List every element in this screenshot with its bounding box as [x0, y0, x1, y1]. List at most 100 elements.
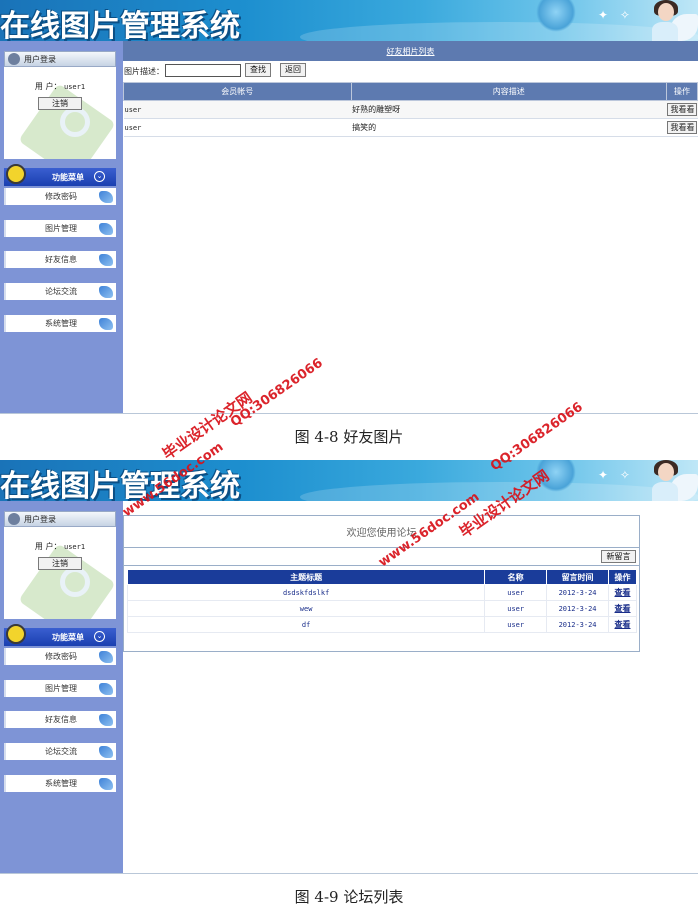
user-line: 用 户： user1	[4, 81, 116, 92]
welcome-text: 欢迎您使用论坛	[124, 520, 639, 548]
back-button[interactable]: 返回	[280, 63, 306, 77]
divider	[0, 873, 698, 874]
view-link[interactable]: 查看	[608, 584, 637, 601]
user-icon	[8, 513, 20, 525]
forum-panel: 欢迎您使用论坛 新留言 主题标题 名称 留言时间 操作 dsdskfdslkf …	[123, 515, 640, 652]
menu-item-icon	[99, 651, 113, 663]
menu-item-icon	[99, 286, 113, 298]
name-cell: user	[484, 584, 548, 601]
menu-title: 功能菜单	[52, 633, 84, 642]
column-header: 会员帐号	[123, 82, 352, 101]
menu-item-icon	[99, 191, 113, 203]
menu-item-icon	[99, 714, 113, 726]
menu-item-change-password[interactable]: 修改密码	[4, 188, 116, 205]
table-row: dsdskfdslkf user 2012-3-24 查看	[126, 584, 637, 601]
chevron-down-icon[interactable]: ⌄	[94, 171, 105, 182]
logout-button[interactable]: 注销	[38, 97, 82, 110]
figure-caption: 图 4-9 论坛列表	[294, 888, 404, 906]
menu-item-change-password[interactable]: 修改密码	[4, 648, 116, 665]
login-header: 用户登录	[4, 511, 116, 527]
column-header: 主题标题	[126, 569, 486, 585]
sparkle-icon: ✦ ✧	[598, 468, 634, 482]
menu-item-photo-manage[interactable]: 图片管理	[4, 220, 116, 237]
time-cell: 2012-3-24	[546, 584, 610, 601]
menu-item-forum[interactable]: 论坛交流	[4, 283, 116, 300]
column-header: 内容描述	[350, 82, 667, 101]
name-cell: user	[484, 616, 548, 633]
banner-wave	[300, 22, 698, 41]
title-cell: dsdskfdslkf	[126, 584, 486, 601]
menu-item-friends[interactable]: 好友信息	[4, 251, 116, 268]
user-label: 用 户：	[34, 542, 62, 551]
view-link[interactable]: 查看	[608, 616, 637, 633]
account-cell: user	[123, 118, 352, 137]
angel-illustration	[640, 460, 698, 501]
screenshot-friend-photos: ✦ ✧ 在线图片管理系统 用户登录 用 户： user1 注销 功能菜单 ⌄ 修…	[0, 0, 698, 414]
figure-caption: 图 4-8 好友图片	[294, 428, 404, 446]
forum-table: 主题标题 名称 留言时间 操作 dsdskfdslkf user 2012-3-…	[126, 569, 637, 633]
menu-item-system[interactable]: 系统管理	[4, 315, 116, 332]
menu-title: 功能菜单	[52, 173, 84, 182]
table-row: df user 2012-3-24 查看	[126, 616, 637, 633]
table-row: user 好熟的雕塑呀 我看看	[123, 100, 698, 119]
screenshot-forum-list: ✦ ✧ 在线图片管理系统 用户登录 用 户： user1 注销 功能菜单 ⌄ 修…	[0, 460, 698, 874]
menu-item-system[interactable]: 系统管理	[4, 775, 116, 792]
time-cell: 2012-3-24	[546, 600, 610, 617]
menu-item-friends[interactable]: 好友信息	[4, 711, 116, 728]
menu-header: 功能菜单 ⌄	[4, 624, 116, 646]
menu-item-forum[interactable]: 论坛交流	[4, 743, 116, 760]
new-message-button[interactable]: 新留言	[601, 550, 636, 563]
view-photo-button[interactable]: 我看看	[667, 103, 698, 116]
column-header: 留言时间	[546, 569, 610, 585]
search-input[interactable]	[165, 64, 241, 77]
title-cell: wew	[126, 600, 486, 617]
divider	[0, 413, 698, 414]
user-icon	[8, 53, 20, 65]
menu-badge-icon	[6, 624, 26, 644]
username: user1	[64, 83, 86, 91]
login-title: 用户登录	[24, 515, 56, 524]
login-box: 用 户： user1 注销	[4, 527, 116, 619]
login-title: 用户登录	[24, 55, 56, 64]
menu-item-icon	[99, 223, 113, 235]
menu-badge-icon	[6, 164, 26, 184]
friend-photos-table: 会员帐号 内容描述 操作 user 好熟的雕塑呀 我看看 user 搞笑的 我看…	[123, 82, 698, 137]
desc-cell: 好熟的雕塑呀	[351, 100, 667, 119]
search-bar: 图片描述： 查找 返回	[123, 62, 698, 80]
angel-illustration	[640, 0, 698, 41]
sparkle-icon: ✦ ✧	[598, 8, 634, 22]
menu-item-icon	[99, 778, 113, 790]
logout-button[interactable]: 注销	[38, 557, 82, 570]
menu-header: 功能菜单 ⌄	[4, 164, 116, 186]
login-header: 用户登录	[4, 51, 116, 67]
view-photo-button[interactable]: 我看看	[667, 121, 698, 134]
table-row: user 搞笑的 我看看	[123, 118, 698, 137]
menu-item-icon	[99, 746, 113, 758]
banner-title: 在线图片管理系统	[0, 9, 240, 41]
sidebar: 用户登录 用 户： user1 注销 功能菜单 ⌄ 修改密码 图片管理 好友信息	[0, 501, 123, 874]
table-header-row: 主题标题 名称 留言时间 操作	[126, 569, 637, 585]
page-title[interactable]: 好友相片列表	[123, 46, 698, 57]
username: user1	[64, 543, 86, 551]
desc-cell: 搞笑的	[351, 118, 667, 137]
search-label: 图片描述：	[124, 67, 164, 76]
menu-item-photo-manage[interactable]: 图片管理	[4, 680, 116, 697]
key-ring-illustration	[60, 567, 90, 597]
user-label: 用 户：	[34, 82, 62, 91]
column-header: 操作	[608, 569, 637, 585]
column-header: 名称	[484, 569, 548, 585]
table-header-row: 会员帐号 内容描述 操作	[123, 82, 698, 101]
account-cell: user	[123, 100, 352, 119]
view-link[interactable]: 查看	[608, 600, 637, 617]
search-button[interactable]: 查找	[245, 63, 271, 77]
user-line: 用 户： user1	[4, 541, 116, 552]
sidebar: 用户登录 用 户： user1 注销 功能菜单 ⌄ 修改密码 图片管理 好友信息	[0, 41, 123, 414]
chevron-down-icon[interactable]: ⌄	[94, 631, 105, 642]
login-box: 用 户： user1 注销	[4, 67, 116, 159]
banner: ✦ ✧ 在线图片管理系统	[0, 0, 698, 41]
name-cell: user	[484, 600, 548, 617]
menu-item-icon	[99, 254, 113, 266]
friend-photos-header: 好友相片列表	[123, 41, 698, 61]
menu-item-icon	[99, 683, 113, 695]
title-cell: df	[126, 616, 486, 633]
